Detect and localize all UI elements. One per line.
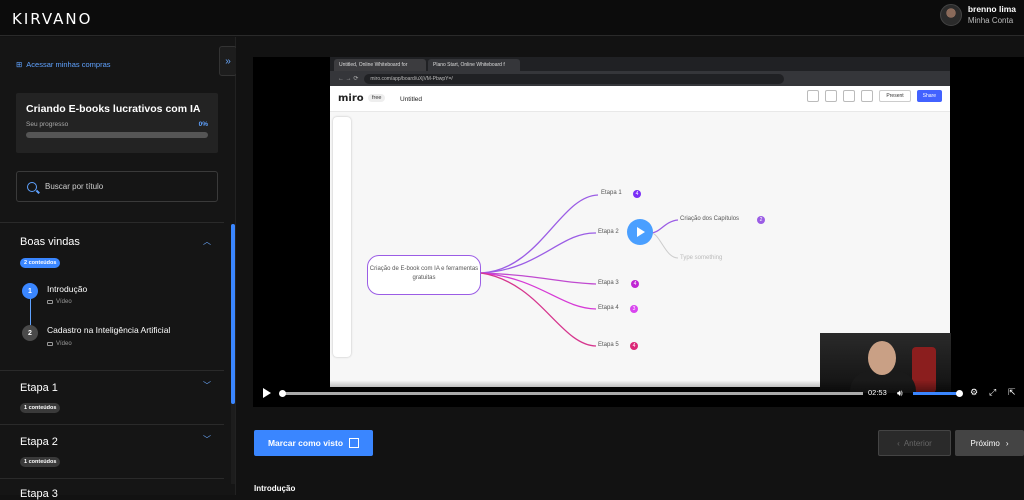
play-icon[interactable] <box>263 388 271 398</box>
section-etapa-1[interactable]: Etapa 1 <box>20 382 58 394</box>
node-count: 3 <box>630 305 638 313</box>
node-count: 4 <box>631 280 639 288</box>
collapse-sidebar-button[interactable]: » <box>219 46 237 76</box>
chevron-left-icon: ‹ <box>897 438 900 448</box>
section-etapa-3[interactable]: Etapa 3 <box>20 488 58 500</box>
miro-board-title: Untitled <box>400 96 423 103</box>
mindmap-node: Etapa 3 <box>598 280 619 286</box>
top-bar: KIRVANO brenno lima Minha Conta <box>0 0 1024 36</box>
lesson-type-label: Vídeo <box>56 341 72 347</box>
chevron-down-icon[interactable]: ﹀ <box>203 434 211 445</box>
mindmap-placeholder: Type something <box>680 255 723 261</box>
search-icon <box>27 181 37 192</box>
user-menu[interactable]: brenno lima Minha Conta <box>939 4 1016 26</box>
chevron-down-icon[interactable]: ﹀ <box>203 380 211 391</box>
mark-as-seen-button[interactable]: Marcar como visto <box>254 430 373 456</box>
volume-icon[interactable]: 🔊︎ <box>897 388 903 399</box>
next-button[interactable]: Próximo › <box>955 430 1024 456</box>
open-external-icon[interactable]: ⇱ <box>1008 387 1016 398</box>
notes-icon <box>861 90 874 102</box>
divider <box>0 370 224 371</box>
settings-icon[interactable]: ⚙ <box>970 387 978 398</box>
mindmap-node: Etapa 2 <box>598 229 619 235</box>
lesson-connector <box>30 296 31 326</box>
previous-label: Anterior <box>903 438 932 448</box>
chevron-right-icon: › <box>1005 438 1009 448</box>
miro-share: Share <box>916 90 942 102</box>
miro-toolbar <box>333 117 351 357</box>
node-count: 2 <box>757 216 765 224</box>
miro-logo: miro <box>338 93 364 104</box>
browser-tab: Plano Start, Online Whiteboard f <box>428 59 520 71</box>
mindmap-node: Etapa 1 <box>601 190 622 196</box>
divider <box>0 478 224 479</box>
content-count-badge: 2 conteúdos <box>20 258 61 268</box>
progress-percent: 0% <box>198 121 208 128</box>
miro-present: Present <box>879 90 911 102</box>
timer-icon <box>807 90 820 102</box>
mindmap-child-node: Criação dos Capítulos <box>680 216 740 222</box>
play-overlay-button[interactable] <box>627 219 653 245</box>
expand-icon[interactable]: ⤢ <box>989 387 996 398</box>
address-bar: miro.com/app/board/uXjVM-PbwpY=/ <box>364 73 785 84</box>
ticket-icon: ⊞ <box>16 60 23 69</box>
mindmap-node: Etapa 5 <box>598 342 619 348</box>
lesson-cadastro-ia[interactable]: Cadastro na Inteligência Artificial <box>47 325 170 335</box>
section-boas-vindas[interactable]: Boas vindas <box>20 236 80 248</box>
lesson-heading: Introdução <box>254 484 296 493</box>
lesson-introducao[interactable]: Introdução <box>47 284 87 294</box>
next-label: Próximo <box>970 438 1000 448</box>
course-title: Criando E-books lucrativos com IA <box>26 103 201 115</box>
kirvano-logo[interactable]: KIRVANO <box>12 10 92 28</box>
my-account-link[interactable]: Minha Conta <box>968 15 1016 26</box>
seek-bar[interactable] <box>281 392 863 395</box>
divider <box>0 222 224 223</box>
section-etapa-2[interactable]: Etapa 2 <box>20 436 58 448</box>
volume-handle[interactable] <box>956 390 963 397</box>
seek-handle[interactable] <box>279 390 286 397</box>
lesson-type: Vídeo <box>47 299 72 305</box>
time-display: 02:53 <box>868 388 887 397</box>
lesson-number: 2 <box>22 325 38 341</box>
course-card: Criando E-books lucrativos com IA Seu pr… <box>16 93 218 153</box>
progress-label: Seu progresso <box>26 121 69 128</box>
access-purchases-link[interactable]: ⊞ Acessar minhas compras <box>16 60 111 69</box>
mark-as-seen-label: Marcar como visto <box>267 438 344 448</box>
content-count-badge: 1 conteúdos <box>20 457 61 467</box>
miro-free-badge: free <box>368 94 386 102</box>
mindmap-node: Etapa 4 <box>598 305 619 311</box>
checkbox-icon <box>349 438 360 448</box>
progress-bar <box>26 132 208 138</box>
search-box[interactable] <box>16 171 218 202</box>
avatar[interactable] <box>939 4 962 26</box>
lesson-number: 1 <box>22 283 38 299</box>
divider <box>0 424 224 425</box>
mindmap-central-node: Criação de E-book com IA e ferramentas g… <box>367 255 481 295</box>
node-count: 4 <box>630 342 638 350</box>
video-icon <box>47 300 53 304</box>
frame-icon <box>825 90 838 102</box>
lesson-type: Vídeo <box>47 341 72 347</box>
volume-slider[interactable] <box>913 392 960 395</box>
chevron-up-icon[interactable]: ︿ <box>203 236 211 247</box>
node-count: 4 <box>633 190 641 198</box>
focus-icon <box>843 90 856 102</box>
lesson-type-label: Vídeo <box>56 299 72 305</box>
access-purchases-label: Acessar minhas compras <box>26 60 111 69</box>
sidebar-scrollbar-thumb[interactable] <box>231 224 235 404</box>
video-icon <box>47 342 53 346</box>
browser-tab: Untitled, Online Whiteboard for <box>334 59 426 71</box>
content-count-badge: 1 conteúdos <box>20 403 61 413</box>
previous-button[interactable]: ‹ Anterior <box>878 430 951 456</box>
search-input[interactable] <box>45 182 205 191</box>
user-name: brenno lima <box>967 4 1016 14</box>
nav-arrows-icon: ← → ⟳ <box>338 76 359 82</box>
